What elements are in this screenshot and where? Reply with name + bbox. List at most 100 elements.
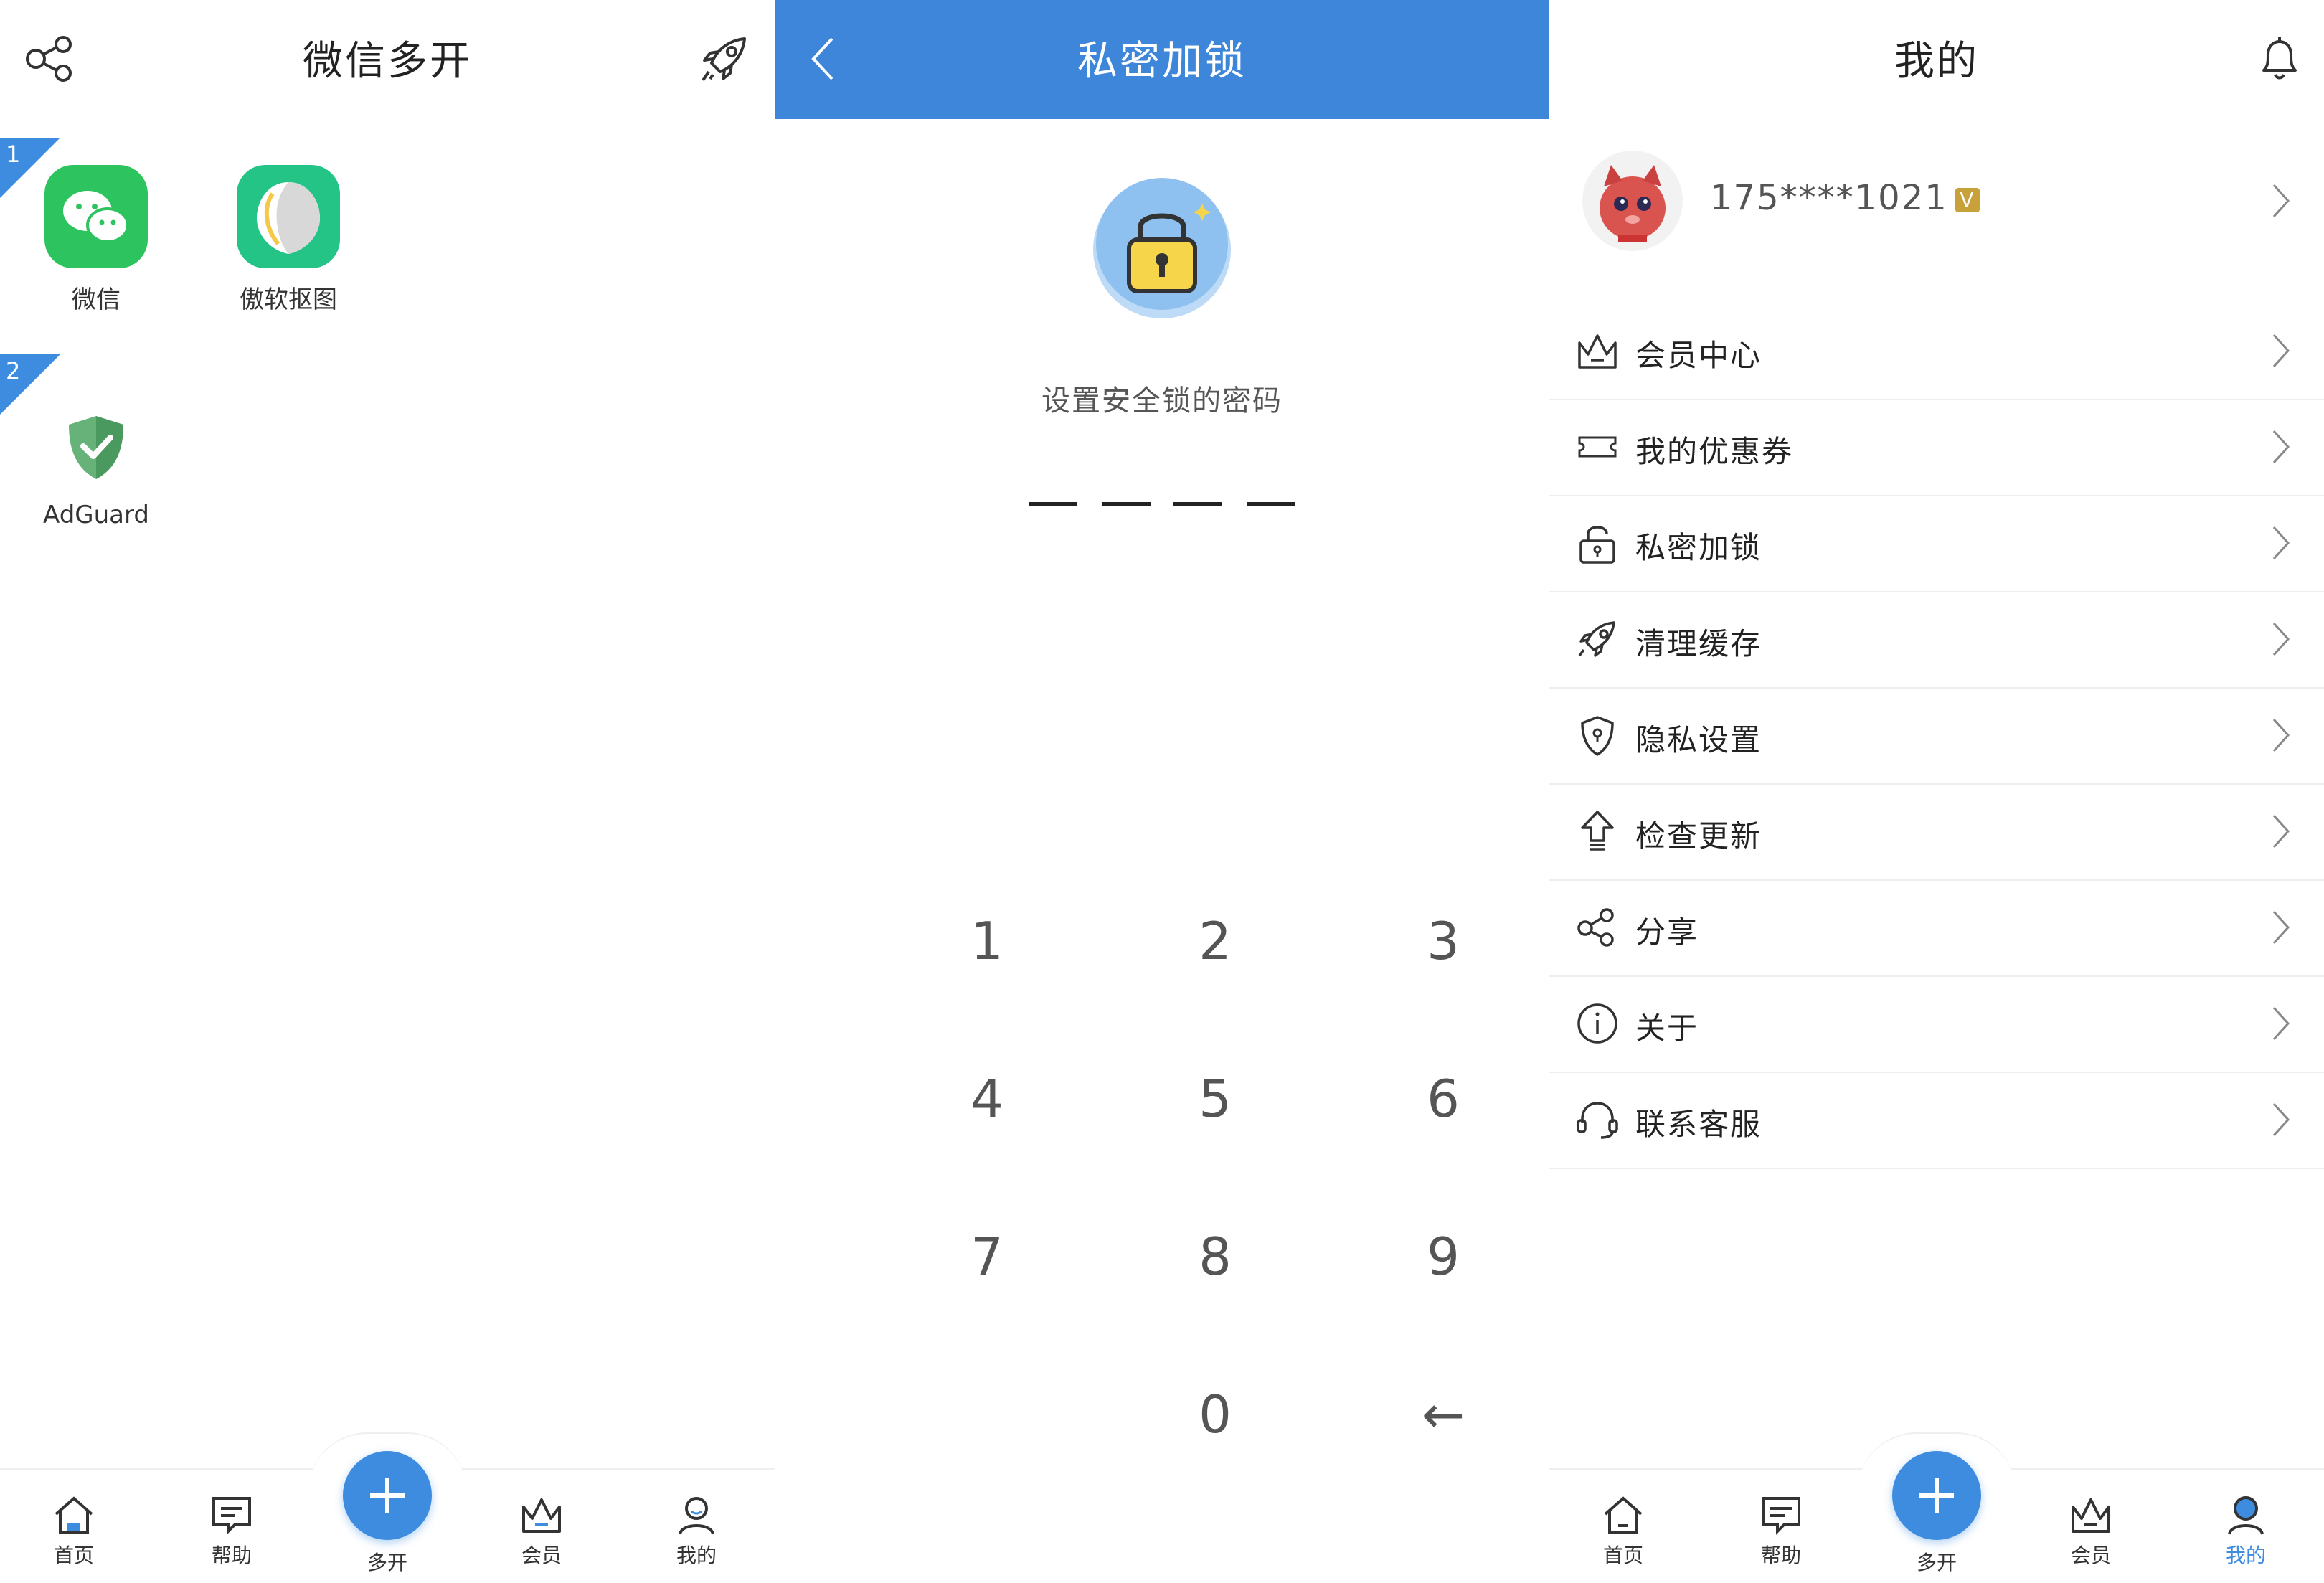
menu-item-share[interactable]: 分享 xyxy=(1549,879,2324,977)
tab-mine[interactable]: 我的 xyxy=(2199,1490,2292,1569)
menu-label: 私密加锁 xyxy=(1635,530,1762,565)
menu-item-vip-center[interactable]: 会员中心 xyxy=(1549,303,2324,400)
chevron-right-icon xyxy=(2267,810,2295,853)
bell-icon[interactable] xyxy=(2249,29,2310,89)
tab-label: 多开 xyxy=(1916,1551,1957,1574)
key-0[interactable]: 0 xyxy=(1143,1384,1287,1445)
tab-home[interactable]: 首页 xyxy=(1577,1490,1670,1569)
menu-item-clear-cache[interactable]: 清理缓存 xyxy=(1549,591,2324,689)
key-6[interactable]: 6 xyxy=(1371,1069,1515,1129)
page-title: 我的 xyxy=(1894,38,1979,85)
chevron-right-icon xyxy=(2267,425,2295,468)
key-1[interactable]: 1 xyxy=(915,911,1059,971)
menu-item-about[interactable]: 关于 xyxy=(1549,975,2324,1073)
plus-icon xyxy=(1919,1478,1954,1513)
profile-screen: 我的 175****1021 V 会员中心 我的优惠券 私密加锁 清理缓存 隐私… xyxy=(1549,0,2324,1583)
crown-icon xyxy=(2072,1498,2110,1533)
share-icon xyxy=(1574,904,1621,951)
home-screen: 微信多开 1 微信 傲软抠图 2 AdGuard 首页 帮助 多开 会员 我的 xyxy=(0,0,775,1583)
shield-icon xyxy=(1574,712,1621,759)
lock-header: 私密加锁 xyxy=(775,0,1549,119)
rocket-icon[interactable] xyxy=(694,29,755,89)
menu-item-private-lock[interactable]: 私密加锁 xyxy=(1549,495,2324,592)
backspace-key[interactable]: ← xyxy=(1371,1384,1515,1445)
user-phone[interactable]: 175****1021 V xyxy=(1710,178,1980,218)
tab-vip[interactable]: 会员 xyxy=(495,1490,588,1569)
pin-slot xyxy=(1173,502,1222,506)
page-title: 微信多开 xyxy=(303,38,472,85)
rocket-icon xyxy=(1574,615,1621,663)
app-item-apowersoft[interactable]: 傲软抠图 xyxy=(217,165,360,315)
pin-slot xyxy=(1247,502,1295,506)
info-icon xyxy=(1574,1000,1621,1047)
tab-mine[interactable]: 我的 xyxy=(650,1490,743,1569)
tab-label: 我的 xyxy=(2225,1544,2266,1567)
crown-icon xyxy=(522,1498,561,1533)
message-icon xyxy=(212,1497,251,1535)
tab-label: 我的 xyxy=(676,1544,717,1567)
plus-icon xyxy=(370,1478,405,1513)
menu-item-check-update[interactable]: 检查更新 xyxy=(1549,783,2324,881)
chevron-right-icon[interactable] xyxy=(2267,179,2295,222)
tab-label: 首页 xyxy=(1602,1544,1643,1567)
page-title: 私密加锁 xyxy=(1077,38,1247,85)
add-button[interactable] xyxy=(1892,1451,1981,1540)
profile-header: 我的 xyxy=(1549,0,2324,119)
menu-item-contact-support[interactable]: 联系客服 xyxy=(1549,1072,2324,1169)
headset-icon xyxy=(1574,1096,1621,1143)
menu-label: 分享 xyxy=(1635,915,1699,950)
tab-label: 会员 xyxy=(2070,1544,2111,1567)
vip-badge: V xyxy=(1955,188,1980,212)
app-label: 傲软抠图 xyxy=(240,285,337,314)
menu-item-coupons[interactable]: 我的优惠券 xyxy=(1549,399,2324,496)
add-button[interactable] xyxy=(343,1451,432,1540)
tab-home[interactable]: 首页 xyxy=(27,1490,121,1569)
home-header: 微信多开 xyxy=(0,0,775,119)
key-5[interactable]: 5 xyxy=(1143,1069,1287,1129)
key-9[interactable]: 9 xyxy=(1371,1227,1515,1287)
tab-vip[interactable]: 会员 xyxy=(2044,1490,2138,1569)
home-icon xyxy=(55,1496,93,1534)
tab-label: 帮助 xyxy=(211,1544,252,1567)
group-number: 2 xyxy=(6,357,21,384)
tab-help[interactable]: 帮助 xyxy=(1734,1490,1828,1569)
tab-help[interactable]: 帮助 xyxy=(185,1490,278,1569)
tab-label: 首页 xyxy=(53,1544,94,1567)
upload-arrow-icon xyxy=(1574,808,1621,855)
tab-bar: 首页 帮助 多开 会员 我的 xyxy=(0,1432,775,1583)
avatar[interactable] xyxy=(1582,151,1683,251)
wechat-icon xyxy=(44,165,148,268)
pin-slot xyxy=(1102,502,1151,506)
key-7[interactable]: 7 xyxy=(915,1227,1059,1287)
menu-label: 关于 xyxy=(1635,1011,1699,1046)
app-item-wechat[interactable]: 微信 xyxy=(24,165,168,315)
user-icon xyxy=(679,1497,714,1535)
chevron-right-icon xyxy=(2267,618,2295,661)
menu-item-privacy-settings[interactable]: 隐私设置 xyxy=(1549,687,2324,785)
key-4[interactable]: 4 xyxy=(915,1069,1059,1129)
menu-label: 联系客服 xyxy=(1635,1107,1762,1142)
menu-label: 清理缓存 xyxy=(1635,626,1762,661)
password-hint: 设置安全锁的密码 xyxy=(1041,384,1283,417)
app-item-adguard[interactable]: AdGuard xyxy=(24,394,168,529)
app-label: AdGuard xyxy=(43,501,149,529)
key-3[interactable]: 3 xyxy=(1371,911,1515,971)
crown-icon xyxy=(1574,327,1621,374)
lock-icon xyxy=(1574,519,1621,567)
apowersoft-cutout-icon xyxy=(237,165,340,268)
menu-label: 我的优惠券 xyxy=(1635,434,1794,469)
pin-slot xyxy=(1029,502,1077,506)
chevron-right-icon xyxy=(2267,906,2295,949)
key-2[interactable]: 2 xyxy=(1143,911,1287,971)
tab-label: 帮助 xyxy=(1760,1544,1801,1567)
tab-label: 会员 xyxy=(521,1544,562,1567)
home-icon xyxy=(1604,1496,1643,1534)
tab-bar: 首页 帮助 多开 会员 我的 xyxy=(1549,1432,2324,1583)
key-8[interactable]: 8 xyxy=(1143,1227,1287,1287)
coupon-icon xyxy=(1574,423,1621,471)
menu-label: 隐私设置 xyxy=(1635,722,1762,757)
chevron-right-icon xyxy=(2267,1098,2295,1141)
tab-label: 多开 xyxy=(367,1551,407,1574)
phone-number: 175****1021 xyxy=(1710,178,1948,218)
user-icon xyxy=(2228,1496,2264,1535)
